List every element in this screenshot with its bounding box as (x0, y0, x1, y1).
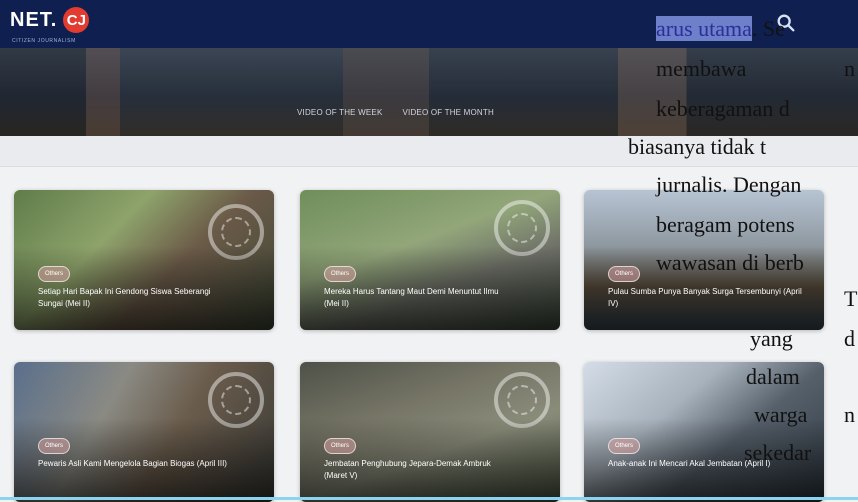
tab-video-of-the-week[interactable]: VIDEO OF THE WEEK (297, 108, 383, 117)
video-card[interactable]: Others Pewaris Asli Kami Mengelola Bagia… (14, 362, 274, 502)
article-word: d (844, 326, 855, 351)
article-word: dalam (746, 364, 800, 389)
video-title[interactable]: Pewaris Asli Kami Mengelola Bagian Bioga… (38, 458, 230, 470)
category-badge[interactable]: Others (38, 438, 70, 454)
article-text: . Se (751, 16, 785, 41)
category-badge[interactable]: Others (324, 438, 356, 454)
article-line: wawasan di berb (656, 250, 804, 275)
tab-video-of-the-month[interactable]: VIDEO OF THE MONTH (403, 108, 494, 117)
article-line: biasanya tidak t (628, 134, 767, 159)
video-card[interactable]: Others Mereka Harus Tantang Maut Demi Me… (300, 190, 560, 330)
article-line: beragam potens (656, 212, 795, 237)
category-badge[interactable]: Others (324, 266, 356, 282)
selected-text[interactable]: arus utama (656, 16, 752, 41)
net-cj-logo[interactable]: NET. CJ (10, 7, 90, 33)
article-line: jurnalis. Dengan (656, 172, 802, 197)
article-word: n (844, 402, 855, 427)
article-word: T (844, 286, 858, 311)
article-word: n (844, 56, 855, 81)
article-word: warga (754, 402, 808, 427)
video-card[interactable]: Others Setiap Hari Bapak Ini Gendong Sis… (14, 190, 274, 330)
category-badge[interactable]: Others (38, 266, 70, 282)
article-line: keberagaman d (656, 96, 790, 121)
article-word: sekedar (744, 440, 812, 465)
logo-badge: CJ (63, 7, 90, 33)
logo-text: NET. (10, 8, 58, 31)
hero-tabs: VIDEO OF THE WEEK VIDEO OF THE MONTH (297, 108, 494, 117)
article-text-overlay: arus utama. Se membawa n keberagaman d b… (622, 0, 858, 500)
article-word: membawa (656, 56, 747, 81)
video-title[interactable]: Setiap Hari Bapak Ini Gendong Siswa Sebe… (38, 286, 230, 310)
video-title[interactable]: Jembatan Penghubung Jepara-Demak Ambruk … (324, 458, 516, 482)
video-card[interactable]: Others Jembatan Penghubung Jepara-Demak … (300, 362, 560, 502)
article-word: yang (750, 326, 793, 351)
article-line: arus utama. Se (656, 16, 785, 42)
logo-subtitle: CITIZEN JOURNALISM (12, 38, 76, 44)
video-title[interactable]: Mereka Harus Tantang Maut Demi Menuntut … (324, 286, 516, 310)
